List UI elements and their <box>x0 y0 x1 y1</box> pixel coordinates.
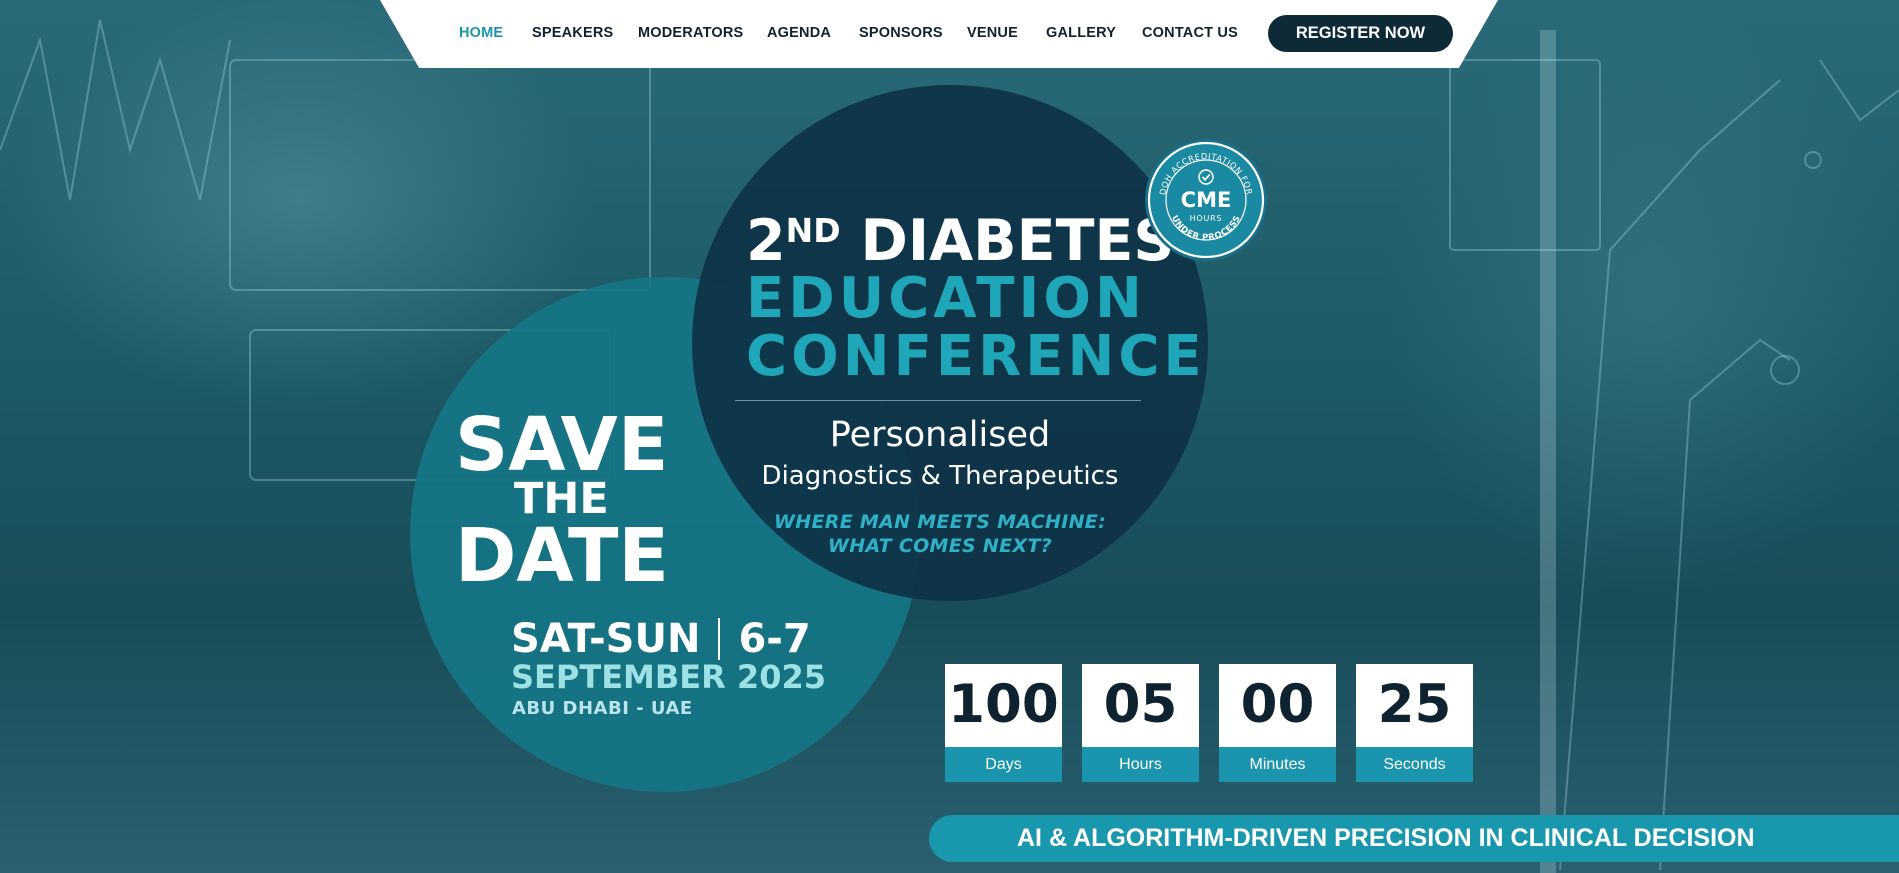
conference-title-line3: CONFERENCE <box>746 324 1206 389</box>
days-of-week: SAT-SUN <box>511 616 701 662</box>
countdown-value: 100 <box>948 674 1059 735</box>
nav-agenda[interactable]: AGENDA <box>767 25 831 41</box>
subtitle-diagnostics: Diagnostics & Therapeutics <box>761 461 1119 491</box>
cme-accreditation-badge: DOH ACCREDITATION FOR UNDER PROCESS CME … <box>1145 139 1267 261</box>
nav-gallery[interactable]: GALLERY <box>1046 25 1116 41</box>
conference-title-line1: 2ND DIABETES <box>746 208 1174 274</box>
badge-sub-text: HOURS <box>1190 214 1223 223</box>
date-divider <box>718 618 721 660</box>
countdown-label: Seconds <box>1356 747 1473 782</box>
tagline-line2: WHAT COMES NEXT? <box>828 535 1052 557</box>
title-ordinal-suffix: ND <box>785 211 841 250</box>
tagline-line1: WHERE MAN MEETS MACHINE: <box>774 511 1106 533</box>
nav-speakers[interactable]: SPEAKERS <box>532 25 613 41</box>
countdown-hours: 05 Hours <box>1082 664 1199 782</box>
date-text: DATE <box>455 513 669 599</box>
subtitle-personalised: Personalised <box>829 415 1051 455</box>
countdown-seconds: 25 Seconds <box>1356 664 1473 782</box>
nav-sponsors[interactable]: SPONSORS <box>859 25 943 41</box>
event-days: SAT-SUN 6-7 <box>511 616 811 662</box>
nav-home[interactable]: HOME <box>459 25 503 41</box>
nav-contact-us[interactable]: CONTACT US <box>1142 25 1238 41</box>
title-divider <box>735 400 1141 401</box>
banner-text: AI & ALGORITHM-DRIVEN PRECISION IN CLINI… <box>1017 824 1755 852</box>
countdown-days: 100 Days <box>945 664 1062 782</box>
nav-moderators[interactable]: MODERATORS <box>638 25 743 41</box>
theme-banner: AI & ALGORITHM-DRIVEN PRECISION IN CLINI… <box>929 815 1899 862</box>
event-month-year: SEPTEMBER 2025 <box>511 658 826 696</box>
countdown-value: 25 <box>1377 674 1452 735</box>
save-text: SAVE <box>455 402 669 488</box>
day-range: 6-7 <box>738 616 811 662</box>
countdown-label: Days <box>945 747 1062 782</box>
countdown-label: Hours <box>1082 747 1199 782</box>
countdown-label: Minutes <box>1219 747 1336 782</box>
title-ordinal: 2 <box>746 208 786 274</box>
countdown-minutes: 00 Minutes <box>1219 664 1336 782</box>
countdown-value: 05 <box>1103 674 1178 735</box>
badge-main-text: CME <box>1181 188 1232 212</box>
conference-title-line2: EDUCATION <box>746 266 1146 331</box>
nav-venue[interactable]: VENUE <box>967 25 1018 41</box>
countdown-value: 00 <box>1240 674 1315 735</box>
title-word-diabetes: DIABETES <box>860 208 1175 274</box>
event-location: ABU DHABI - UAE <box>512 698 693 719</box>
register-now-button[interactable]: REGISTER NOW <box>1268 15 1453 52</box>
